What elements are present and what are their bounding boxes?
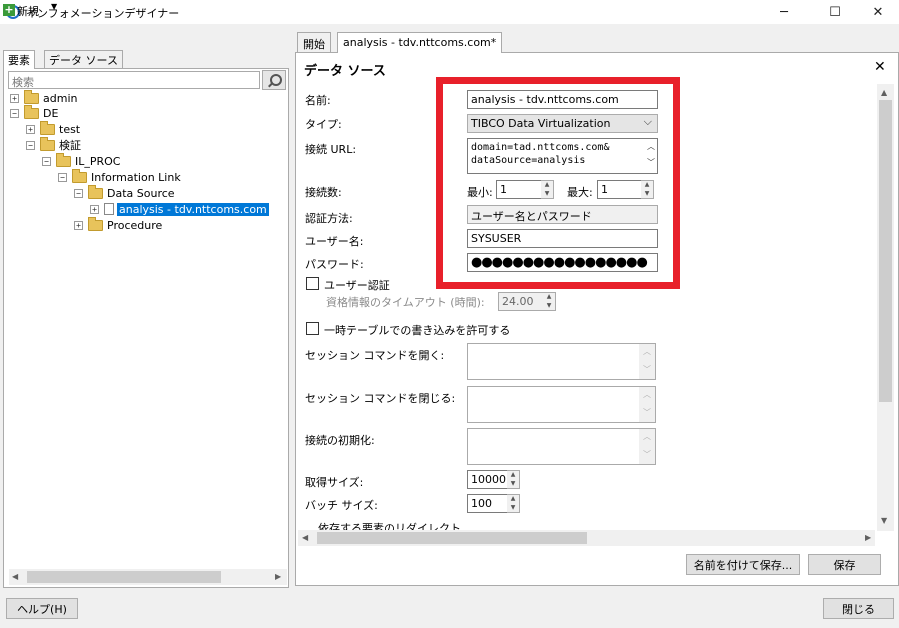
user-auth-checkbox[interactable]: [306, 277, 319, 290]
user-auth-label: ユーザー認証: [324, 279, 390, 292]
open-session-label: セッション コマンドを開く:: [305, 349, 445, 362]
tab-data-sources[interactable]: データ ソース: [44, 50, 123, 68]
window-title: インフォメーションデザイナー: [26, 7, 180, 20]
tree-item-label: admin: [43, 91, 78, 105]
tree-item-label: test: [59, 122, 81, 136]
scrollbar-thumb[interactable]: [317, 532, 587, 544]
init-textarea[interactable]: ︿ ﹀: [467, 428, 656, 465]
scrollbar-thumb[interactable]: [27, 571, 221, 583]
scroll-right-icon[interactable]: ▶: [865, 533, 871, 542]
scroll-left-icon[interactable]: ◀: [302, 533, 308, 542]
textarea-scrollbar[interactable]: ︿ ﹀: [639, 429, 655, 464]
fetch-size-label: 取得サイズ:: [305, 476, 364, 489]
tree-item-test[interactable]: + test: [26, 120, 81, 137]
tree-item-il-proc[interactable]: − IL_PROC: [42, 152, 121, 169]
collapse-icon[interactable]: −: [74, 188, 83, 198]
timeout-label: 資格情報のタイムアウト (時間):: [326, 296, 485, 309]
init-label: 接続の初期化:: [305, 434, 375, 447]
highlight-box: [436, 77, 680, 289]
tree-item-label: Information Link: [91, 170, 181, 184]
vertical-scrollbar-thumb[interactable]: [879, 100, 892, 402]
tree-item-data-source[interactable]: − Data Source: [74, 184, 175, 201]
folder-icon: [88, 216, 103, 231]
tree-item-procedure[interactable]: + Procedure: [74, 216, 163, 233]
expand-icon[interactable]: +: [74, 220, 83, 230]
tree-item-label: DE: [43, 106, 59, 120]
scroll-left-icon[interactable]: ◀: [12, 572, 18, 581]
folder-icon: [56, 152, 71, 167]
type-label: タイプ:: [305, 118, 342, 131]
new-icon[interactable]: +: [3, 4, 15, 16]
batch-size-label: バッチ サイズ:: [305, 499, 378, 512]
search-icon[interactable]: [262, 70, 286, 90]
url-label: 接続 URL:: [305, 143, 357, 156]
username-label: ユーザー名:: [305, 235, 364, 248]
folder-icon: [24, 104, 39, 119]
tab-elements[interactable]: 要素: [3, 50, 35, 69]
help-button[interactable]: ヘルプ(H): [6, 598, 78, 619]
new-dropdown-arrow-icon[interactable]: ▼: [51, 2, 57, 11]
panel-title: データ ソース: [304, 64, 386, 79]
redirect-group: 依存する要素のリダイレクト: [308, 518, 762, 530]
maximize-button[interactable]: ☐: [812, 0, 858, 24]
folder-icon: [72, 168, 87, 183]
minimize-button[interactable]: ─: [761, 0, 807, 24]
folder-icon: [40, 136, 55, 151]
timeout-spinner[interactable]: ▲ ▼: [543, 292, 556, 311]
tree-item-analysis[interactable]: + analysis - tdv.nttcoms.com: [90, 201, 269, 217]
folder-icon: [88, 184, 103, 199]
tab-analysis[interactable]: analysis - tdv.nttcoms.com*: [337, 32, 503, 53]
tree-item-kensho[interactable]: − 検証: [26, 136, 81, 153]
timeout-input[interactable]: 24.00: [498, 292, 544, 311]
search-input[interactable]: 検索: [8, 71, 260, 89]
tree-item-information-link[interactable]: − Information Link: [58, 168, 181, 185]
tree-item-label: 検証: [59, 139, 81, 152]
auth-method-label: 認証方法:: [305, 212, 353, 225]
tree-item-label: Data Source: [107, 186, 175, 200]
expand-icon[interactable]: +: [26, 124, 35, 134]
scroll-right-icon[interactable]: ▶: [275, 572, 281, 581]
close-session-textarea[interactable]: ︿ ﹀: [467, 386, 656, 423]
folder-icon: [40, 120, 55, 135]
textarea-scrollbar[interactable]: ︿ ﹀: [639, 387, 655, 422]
temp-table-label: 一時テーブルでの書き込みを許可する: [324, 324, 511, 337]
password-label: パスワード:: [305, 258, 364, 271]
tree-item-admin[interactable]: + admin: [10, 89, 78, 106]
expand-icon[interactable]: +: [90, 204, 99, 214]
panel-close-icon[interactable]: ✕: [874, 59, 886, 75]
open-session-textarea[interactable]: ︿ ﹀: [467, 343, 656, 380]
close-session-label: セッション コマンドを閉じる:: [305, 392, 456, 405]
close-button[interactable]: 閉じる: [823, 598, 894, 619]
collapse-icon[interactable]: −: [26, 140, 35, 150]
fetch-size-input[interactable]: 10000: [467, 470, 508, 489]
save-as-button[interactable]: 名前を付けて保存...: [686, 554, 800, 575]
scroll-down-icon[interactable]: ▼: [881, 516, 887, 525]
tree-item-de[interactable]: − DE: [10, 104, 59, 121]
close-window-button[interactable]: ✕: [855, 0, 899, 24]
tab-start[interactable]: 開始: [297, 32, 331, 52]
batch-size-spinner[interactable]: ▲ ▼: [507, 494, 520, 513]
folder-icon: [24, 89, 39, 104]
collapse-icon[interactable]: −: [58, 172, 67, 182]
batch-size-input[interactable]: 100: [467, 494, 508, 513]
save-button[interactable]: 保存: [808, 554, 881, 575]
collapse-icon[interactable]: −: [10, 108, 19, 118]
new-button[interactable]: 新規: [17, 3, 39, 19]
connections-label: 接続数:: [305, 186, 342, 199]
tree-item-label: Procedure: [107, 218, 163, 232]
name-label: 名前:: [305, 94, 331, 107]
document-icon: [104, 203, 114, 215]
tree-item-label: IL_PROC: [75, 154, 121, 168]
scroll-up-icon[interactable]: ▲: [881, 88, 887, 97]
expand-icon[interactable]: +: [10, 93, 19, 103]
temp-table-checkbox[interactable]: [306, 322, 319, 335]
redirect-group-label: 依存する要素のリダイレクト: [316, 520, 463, 530]
fetch-size-spinner[interactable]: ▲ ▼: [507, 470, 520, 489]
collapse-icon[interactable]: −: [42, 156, 51, 166]
tree-item-label: analysis - tdv.nttcoms.com: [117, 202, 269, 216]
textarea-scrollbar[interactable]: ︿ ﹀: [639, 344, 655, 379]
